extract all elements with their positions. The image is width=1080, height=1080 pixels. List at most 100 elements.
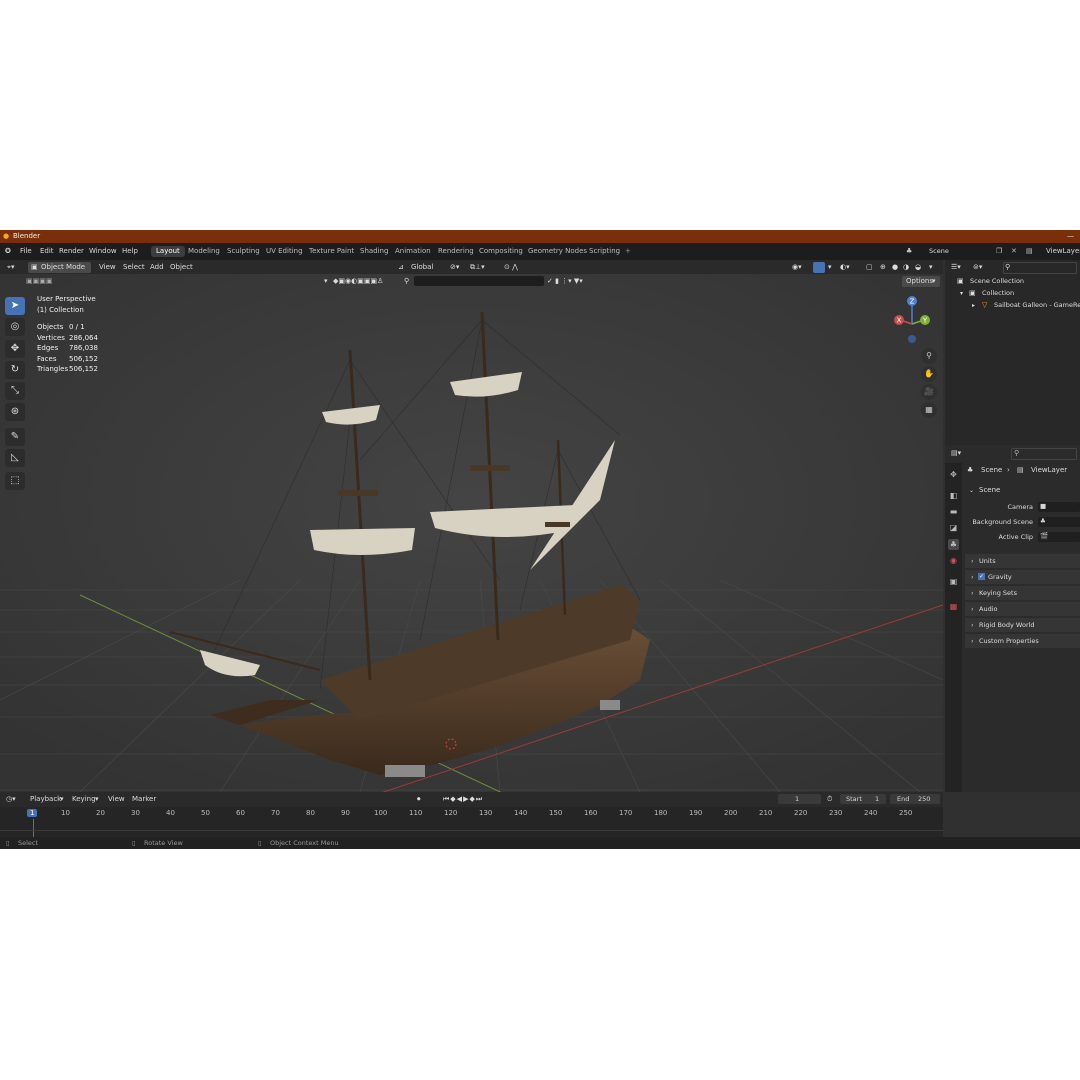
world-tab-icon[interactable]: ◉ — [948, 555, 959, 566]
shading-dropdown-icon[interactable]: ▾ — [929, 262, 933, 273]
cursor-tool-button[interactable]: ◎ — [5, 318, 25, 336]
new-scene-icon[interactable]: ❐ — [996, 247, 1002, 255]
tab-uv-editing[interactable]: UV Editing — [261, 246, 308, 257]
3d-viewport[interactable]: ⌖▾ ▣ Object Mode View Select Add Object … — [0, 260, 943, 792]
tab-scripting[interactable]: Scripting — [584, 246, 625, 257]
viewport-menu-select[interactable]: Select — [123, 262, 145, 273]
shading-material-icon[interactable]: ◑ — [903, 262, 909, 273]
annotate-tool-button[interactable]: ✎ — [5, 428, 25, 446]
timeline-menu-keying[interactable]: Keying — [72, 794, 96, 805]
mode-select[interactable]: ▣ Object Mode — [28, 262, 91, 273]
menu-help[interactable]: Help — [122, 247, 138, 255]
end-frame-field[interactable]: End 250 — [890, 794, 940, 804]
tab-sculpting[interactable]: Sculpting — [222, 246, 265, 257]
object-types-icons[interactable]: ◆▣◉◐▣▣▣♙ — [333, 276, 383, 287]
viewport-menu-object[interactable]: Object — [170, 262, 193, 273]
tab-layout[interactable]: Layout — [151, 246, 185, 257]
filter-dropdown-icon[interactable]: ▾ — [324, 276, 328, 287]
menu-file[interactable]: File — [20, 247, 32, 255]
transform-tool-button[interactable]: ⊛ — [5, 403, 25, 421]
zoom-icon[interactable]: ⚲ — [921, 348, 937, 364]
audio-panel[interactable]: › Audio — [965, 602, 1080, 616]
outliner-search-input[interactable] — [1003, 262, 1077, 274]
gizmo-dropdown-icon[interactable]: ▾ — [828, 262, 832, 273]
move-tool-button[interactable]: ✥ — [5, 340, 25, 358]
timeline-menu-playback[interactable]: Playback — [30, 794, 61, 805]
display-mode-icon[interactable]: ⊜▾ — [973, 262, 982, 273]
tab-animation[interactable]: Animation — [390, 246, 436, 257]
timeline-scrollbar[interactable] — [0, 830, 943, 831]
background-scene-field[interactable]: ♣ — [1038, 517, 1080, 527]
perspective-grid-icon[interactable]: ▦ — [921, 402, 937, 418]
scene-panel-chevron-icon[interactable]: ⌄ — [969, 485, 974, 496]
render-tab-icon[interactable]: ◧ — [948, 490, 959, 501]
custom-properties-panel[interactable]: › Custom Properties — [965, 634, 1080, 648]
menu-render[interactable]: Render — [59, 247, 84, 255]
viewport-search-input[interactable] — [414, 276, 544, 286]
units-panel[interactable]: › Units — [965, 554, 1080, 568]
frame-ruler[interactable]: 1 10 20 30 40 50 60 70 80 90 100 110 120… — [0, 809, 943, 819]
tab-rendering[interactable]: Rendering — [433, 246, 479, 257]
playback-controls-icons[interactable]: ⏮◆◀▶◆⏭ — [443, 794, 483, 805]
camera-field[interactable]: ■ — [1038, 502, 1080, 512]
keying-sets-panel[interactable]: › Keying Sets — [965, 586, 1080, 600]
blender-menu-icon[interactable]: ✪ — [5, 247, 11, 255]
timeline-editor-icon[interactable]: ◷▾ — [6, 794, 16, 805]
gizmo-toggle-icon[interactable] — [813, 262, 825, 273]
visibility-icon[interactable]: ◉▾ — [792, 262, 802, 273]
object-expand-icon[interactable]: ▸ — [972, 300, 975, 311]
tab-geometry-nodes[interactable]: Geometry Nodes — [523, 246, 592, 257]
tab-modeling[interactable]: Modeling — [183, 246, 225, 257]
tab-texture-paint[interactable]: Texture Paint — [304, 246, 359, 257]
select-mode-icons[interactable]: ▣▣▣▣ — [26, 276, 52, 287]
scene-icon[interactable]: ♣ — [906, 247, 912, 255]
options-dropdown[interactable]: Options ▾ — [902, 276, 940, 287]
properties-search-input[interactable]: ⚲ — [1011, 448, 1077, 460]
add-cube-tool-button[interactable]: ⬚ — [5, 472, 25, 490]
orientation-icon[interactable]: ⊿ — [398, 262, 404, 273]
collection-tab-icon[interactable]: ▣ — [948, 576, 959, 587]
view-layer-tab-icon[interactable]: ◪ — [948, 522, 959, 533]
playhead[interactable] — [33, 819, 34, 837]
shading-solid-icon[interactable]: ● — [892, 262, 898, 273]
collection-label[interactable]: Collection — [982, 288, 1014, 299]
texture-tab-icon[interactable]: ▦ — [948, 601, 959, 612]
select-tool-button[interactable]: ➤ — [5, 297, 25, 315]
tool-tab-icon[interactable]: ✥ — [948, 469, 959, 480]
xray-icon[interactable]: ▢ — [866, 262, 873, 273]
minimize-button[interactable]: — — [1067, 230, 1074, 243]
current-frame-field[interactable]: 1 — [778, 794, 821, 804]
current-frame-marker[interactable]: 1 — [27, 809, 38, 817]
gravity-panel[interactable]: › ✓ Gravity — [965, 570, 1080, 584]
orientation-select[interactable]: Global — [411, 262, 433, 273]
tab-compositing[interactable]: Compositing — [474, 246, 528, 257]
viewlayer-icon[interactable]: ▤ — [1026, 247, 1033, 255]
outliner-editor-icon[interactable]: ☰▾ — [951, 262, 961, 273]
pan-hand-icon[interactable]: ✋ — [921, 366, 937, 382]
timeline-menu-view[interactable]: View — [108, 794, 125, 805]
neg-z-axis-icon[interactable] — [908, 335, 916, 343]
object-label[interactable]: Sailboat Galleon - GameReady — [994, 300, 1080, 311]
rigid-body-world-panel[interactable]: › Rigid Body World — [965, 618, 1080, 632]
viewlayer-field[interactable]: ViewLayer — [1046, 247, 1080, 255]
snap-icon[interactable]: ⧉⊥▾ — [470, 262, 485, 273]
timeline[interactable]: ◷▾ Playback ▾ Keying ▾ View Marker ⏺ ⏮◆◀… — [0, 792, 943, 837]
pivot-icon[interactable]: ⊘▾ — [450, 262, 459, 273]
filter-icons[interactable]: ✓ ▮ ⋮▾ ▼▾ — [547, 276, 583, 287]
active-clip-field[interactable]: 🎬 — [1038, 532, 1080, 542]
timeline-menu-marker[interactable]: Marker — [132, 794, 156, 805]
viewport-search-icon[interactable]: ⚲ — [404, 276, 409, 287]
navigation-gizmo[interactable]: Z Y X — [888, 294, 940, 346]
collection-expand-icon[interactable]: ▾ — [960, 288, 963, 299]
shading-wireframe-icon[interactable]: ⊕ — [880, 262, 886, 273]
tab-shading[interactable]: Shading — [355, 246, 393, 257]
scene-panel-title[interactable]: Scene — [979, 485, 1000, 496]
camera-view-icon[interactable]: 🎥 — [921, 384, 937, 400]
scale-tool-button[interactable]: ⤡ — [5, 382, 25, 400]
scene-collection-label[interactable]: Scene Collection — [970, 276, 1024, 287]
delete-scene-icon[interactable]: ✕ — [1011, 247, 1017, 255]
proportional-edit-icon[interactable]: ⊙ ⋀ — [504, 262, 518, 273]
editor-type-icon[interactable]: ⌖▾ — [7, 262, 14, 273]
scene-tab-icon[interactable]: ♣ — [948, 539, 959, 550]
rotate-tool-button[interactable]: ↻ — [5, 361, 25, 379]
